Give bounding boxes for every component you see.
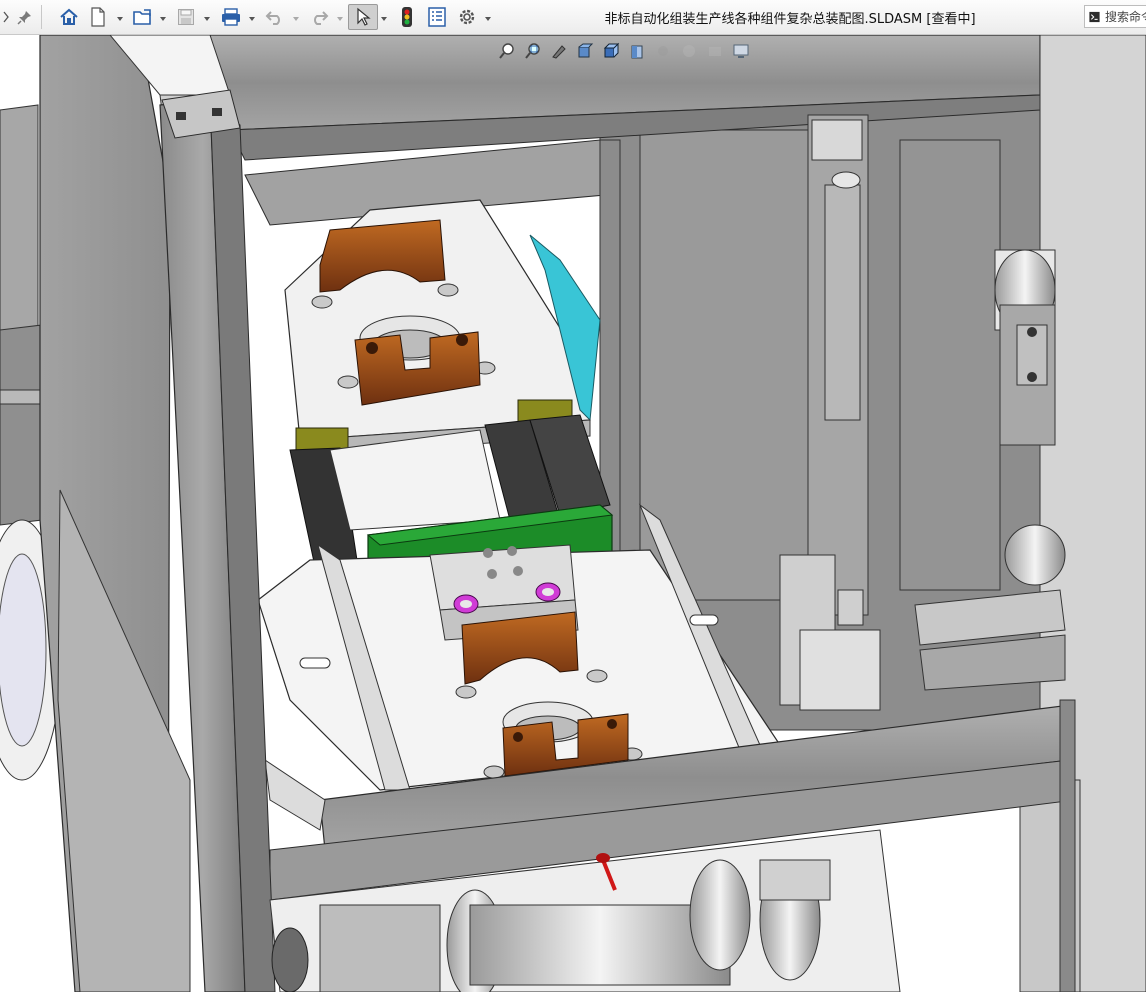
display-style-icon[interactable] bbox=[626, 41, 648, 61]
edit-appearance-icon[interactable] bbox=[678, 41, 700, 61]
select-cursor-icon[interactable] bbox=[348, 4, 378, 30]
front-frame-post-right bbox=[1059, 699, 1076, 992]
zoom-to-area-icon[interactable] bbox=[522, 41, 544, 61]
linear-guide bbox=[824, 184, 861, 421]
open-folder-icon[interactable] bbox=[130, 4, 156, 30]
new-document-icon[interactable] bbox=[87, 4, 109, 30]
home-icon[interactable] bbox=[56, 4, 82, 30]
pin-icon[interactable] bbox=[14, 4, 36, 30]
rebuild-traffic-light-icon[interactable] bbox=[396, 4, 418, 30]
chevron-down-icon[interactable] bbox=[248, 12, 256, 21]
save-icon[interactable] bbox=[174, 4, 198, 30]
chevron-down-icon[interactable] bbox=[336, 12, 344, 21]
back-panel-right bbox=[899, 139, 1001, 591]
chevron-down-icon[interactable] bbox=[203, 12, 211, 21]
redo-icon[interactable] bbox=[307, 4, 331, 30]
search-placeholder: 搜索命令 bbox=[1104, 10, 1146, 24]
cylinder-head bbox=[811, 119, 863, 161]
solidworks-window: 非标自动化组装生产线各种组件复杂总装配图.SLDASM [查看中] 搜索命令 bbox=[0, 0, 1146, 992]
print-icon[interactable] bbox=[218, 4, 244, 30]
view-orientation-icon[interactable] bbox=[600, 41, 622, 61]
options-gear-icon[interactable] bbox=[455, 4, 479, 30]
command-prompt-icon bbox=[1089, 11, 1100, 22]
chevron-down-icon[interactable] bbox=[116, 12, 124, 21]
document-title: 非标自动化组装生产线各种组件复杂总装配图.SLDASM [查看中] bbox=[604, 12, 976, 27]
undo-icon[interactable] bbox=[263, 4, 287, 30]
graphics-area[interactable] bbox=[0, 35, 1146, 992]
heads-up-view-toolbar bbox=[496, 40, 752, 62]
back-panel bbox=[639, 129, 821, 601]
hide-show-items-icon[interactable] bbox=[652, 41, 674, 61]
command-search-input[interactable]: 搜索命令 bbox=[1084, 5, 1146, 28]
file-properties-icon[interactable] bbox=[424, 4, 450, 30]
zoom-to-fit-icon[interactable] bbox=[496, 41, 518, 61]
previous-view-icon[interactable] bbox=[548, 41, 570, 61]
section-view-icon[interactable] bbox=[574, 41, 596, 61]
chevron-down-icon[interactable] bbox=[380, 12, 388, 21]
chevron-down-icon[interactable] bbox=[159, 12, 167, 21]
chevron-down-icon[interactable] bbox=[292, 12, 300, 21]
apply-scene-icon[interactable] bbox=[704, 41, 726, 61]
chevron-down-icon[interactable] bbox=[484, 12, 492, 21]
quick-access-toolbar: 非标自动化组装生产线各种组件复杂总装配图.SLDASM [查看中] 搜索命令 bbox=[0, 0, 1146, 35]
toolbar-separator bbox=[41, 5, 42, 29]
view-settings-icon[interactable] bbox=[730, 41, 752, 61]
assembly-model-view[interactable] bbox=[0, 35, 1146, 992]
expand-icon[interactable] bbox=[0, 4, 12, 30]
